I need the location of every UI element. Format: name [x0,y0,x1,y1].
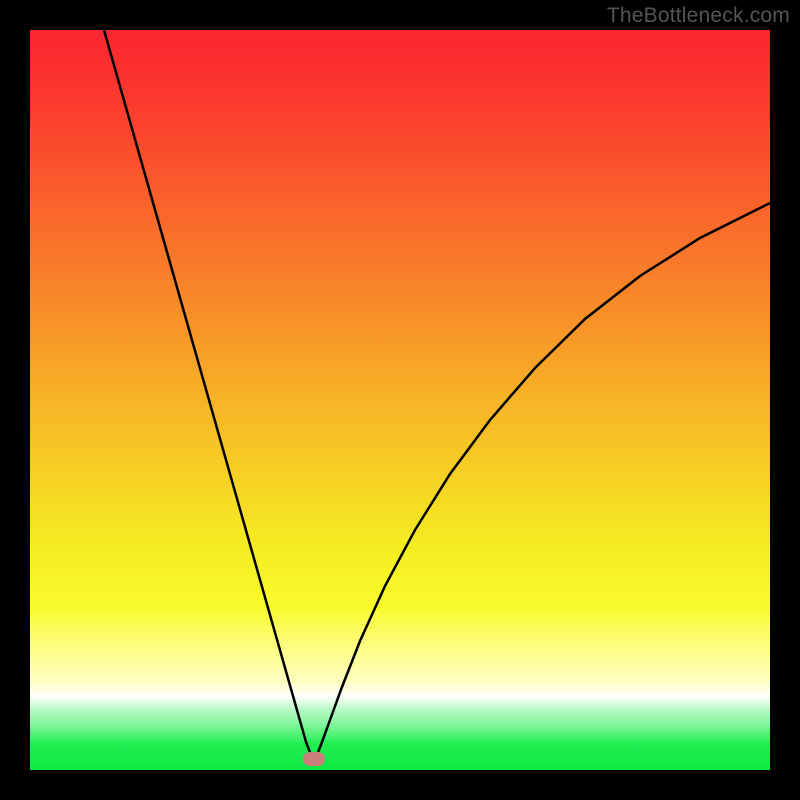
chart-background-gradient [30,30,770,770]
chart-svg [30,30,770,770]
watermark-text: TheBottleneck.com [607,4,790,28]
chart-plot-area [30,30,770,770]
minimum-marker [303,752,325,766]
